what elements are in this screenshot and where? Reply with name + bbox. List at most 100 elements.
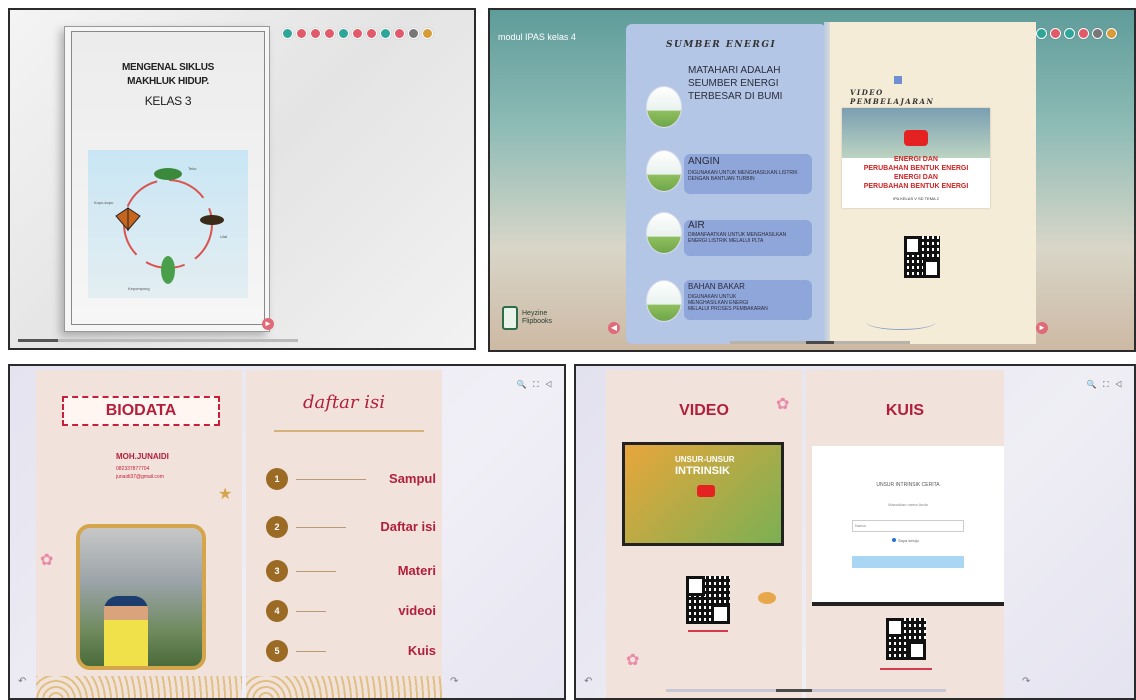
prev-arrow-icon[interactable]: ↶	[18, 676, 26, 687]
video-caption: IPA KELAS V SD TEMA 2	[893, 196, 939, 201]
agree-radio-label: Saya setuju	[898, 538, 919, 543]
toolbar-button-7[interactable]	[366, 28, 377, 39]
page-scrollbar[interactable]	[730, 341, 910, 344]
toolbar-button-7[interactable]	[1050, 28, 1061, 39]
toolbar-button-5[interactable]	[338, 28, 349, 39]
video-line3: ENERGI DAN	[894, 174, 938, 181]
video-line2: PERUBAHAN BENTUK ENERGI	[863, 165, 969, 172]
daftar-isi-heading: daftar isi	[303, 392, 385, 413]
blossom-icon: ✿	[626, 652, 640, 669]
toolbar-button-8[interactable]	[1064, 28, 1075, 39]
toc-line	[296, 611, 326, 612]
toc-item-materi[interactable]: 3 Materi	[266, 560, 436, 582]
toolbar-button-3[interactable]	[310, 28, 321, 39]
toolbar-button-10[interactable]	[408, 28, 419, 39]
heading-underline	[274, 430, 424, 432]
book-cover[interactable]: MENGENAL SIKLUS MAKHLUK HIDUP. KELAS 3 T…	[64, 26, 270, 332]
toc-item-sampul[interactable]: 1 Sampul	[266, 468, 436, 490]
heyzine-line2: Flipbooks	[522, 318, 552, 325]
toolbar-button-2[interactable]	[296, 28, 307, 39]
cover-page: MENGENAL SIKLUS MAKHLUK HIDUP. KELAS 3 T…	[71, 31, 265, 325]
air-title: AIR	[688, 220, 705, 231]
flipbook-panel-biodata: 🔍 ⛶ ◁ BIODATA MOH.JUNAIDI 082337877704 j…	[8, 364, 566, 700]
heyzine-brand[interactable]: Heyzine Flipbooks	[502, 306, 552, 330]
author-phone: 082337877704	[116, 466, 150, 472]
toc-label: Materi	[397, 563, 436, 578]
toolbar-button-9[interactable]	[394, 28, 405, 39]
cover-title-line1: MENGENAL SIKLUS	[122, 62, 214, 73]
left-page-biodata[interactable]: BIODATA MOH.JUNAIDI 082337877704 junaidi…	[36, 370, 242, 698]
cover-title-line2: MAKHLUK HIDUP.	[127, 76, 209, 87]
toolbar-button-8[interactable]	[380, 28, 391, 39]
next-arrow-icon[interactable]: ↷	[450, 676, 458, 687]
decor-swirl	[866, 314, 936, 330]
video-line1: ENERGI DAN	[894, 156, 938, 163]
toc-line	[296, 527, 346, 528]
stage-label-kupu: Kupu-kupu	[94, 200, 114, 205]
qr-code	[886, 618, 926, 660]
toolbar-button-6[interactable]	[352, 28, 363, 39]
cover-title-line3: KELAS 3	[144, 94, 192, 108]
left-page-video[interactable]: VIDEO UNSUR-UNSUR INTRINSIK ✿	[606, 370, 802, 698]
module-label: modul IPAS kelas 4	[498, 32, 576, 42]
prev-page-button[interactable]: ◀	[608, 322, 620, 334]
toc-number: 5	[266, 640, 288, 662]
next-page-button[interactable]: ►	[1036, 322, 1048, 334]
heyzine-line1: Heyzine	[522, 310, 548, 317]
scrollbar-thumb[interactable]	[18, 339, 58, 342]
qr-caption-line	[880, 668, 932, 670]
toolbar-button-11[interactable]	[422, 28, 433, 39]
heyzine-logo-icon	[502, 306, 518, 330]
shrimp-icon	[758, 592, 776, 604]
video-line4: PERUBAHAN BENTUK ENERGI	[863, 183, 969, 190]
viewer-tools[interactable]: 🔍 ⛶ ◁	[517, 380, 554, 390]
toc-item-video[interactable]: 4 videoi	[266, 600, 436, 622]
toolbar-button-9[interactable]	[1078, 28, 1089, 39]
decor-square	[894, 76, 902, 84]
author-email: junaidi37@gmail.com	[116, 474, 164, 480]
toc-label: Kuis	[407, 643, 436, 658]
stage-label-telur: Telur	[188, 166, 197, 171]
blossom-icon: ✿	[776, 396, 790, 413]
video-embed[interactable]: ENERGI DAN PERUBAHAN BENTUK ENERGI ENERG…	[842, 108, 990, 208]
toolbar-button-10[interactable]	[1092, 28, 1103, 39]
play-icon[interactable]	[904, 130, 928, 146]
quiz-title: KUIS	[885, 402, 925, 419]
flipbook-panel-energi: modul IPAS kelas 4 SUMBER ENERGI MATAHAR…	[488, 8, 1136, 352]
toolbar-button-11[interactable]	[1106, 28, 1117, 39]
person-figure	[104, 596, 148, 666]
air-desc: DIMANFAATKAN UNTUK MENGHASILKAN ENERGI L…	[688, 232, 787, 244]
viewer-tools[interactable]: 🔍 ⛶ ◁	[1087, 380, 1124, 390]
toolbar-button-6[interactable]	[1036, 28, 1047, 39]
left-page-sumber-energi[interactable]: SUMBER ENERGI MATAHARI ADALAH SEUMBER EN…	[626, 24, 826, 344]
toc-item-kuis[interactable]: 5 Kuis	[266, 640, 436, 662]
wave-decoration	[246, 676, 442, 698]
play-icon[interactable]	[697, 485, 715, 497]
right-page-daftar-isi[interactable]: daftar isi 1 Sampul 2 Daftar isi 3 Mater…	[246, 370, 442, 698]
toolbar-button-4[interactable]	[324, 28, 335, 39]
stage-label-kepompong: Kepompong	[128, 286, 150, 291]
angin-title: ANGIN	[688, 156, 720, 167]
matahari-image	[646, 86, 682, 128]
page-scrollbar[interactable]	[666, 689, 946, 692]
toc-label: Daftar isi	[380, 519, 436, 534]
scrollbar-thumb[interactable]	[806, 341, 834, 344]
blossom-icon: ✿	[40, 552, 54, 569]
life-cycle-diagram	[115, 168, 224, 284]
video-thumbnail[interactable]: UNSUR-UNSUR INTRINSIK	[622, 442, 784, 546]
form-title: UNSUR INTRINSIK CERITA	[876, 482, 940, 488]
quiz-form[interactable]: UNSUR INTRINSIK CERITA Masukkan nama And…	[812, 446, 1004, 606]
scrollbar-thumb[interactable]	[776, 689, 812, 692]
page-scrollbar[interactable]	[18, 339, 298, 342]
toolbar-button-1[interactable]	[282, 28, 293, 39]
submit-button[interactable]	[852, 556, 964, 568]
bahan-bakar-title: BAHAN BAKAR	[688, 282, 745, 291]
stage-label-ulat: Ulat	[220, 234, 228, 239]
toc-item-daftar-isi[interactable]: 2 Daftar isi	[266, 516, 436, 538]
next-page-button[interactable]: ►	[262, 318, 274, 330]
video-title: VIDEO	[679, 402, 729, 419]
agree-radio[interactable]: Saya setuju	[892, 538, 919, 543]
next-arrow-icon[interactable]: ↷	[1022, 676, 1030, 687]
prev-arrow-icon[interactable]: ↶	[584, 676, 592, 687]
name-input[interactable]: Nama	[852, 520, 964, 532]
